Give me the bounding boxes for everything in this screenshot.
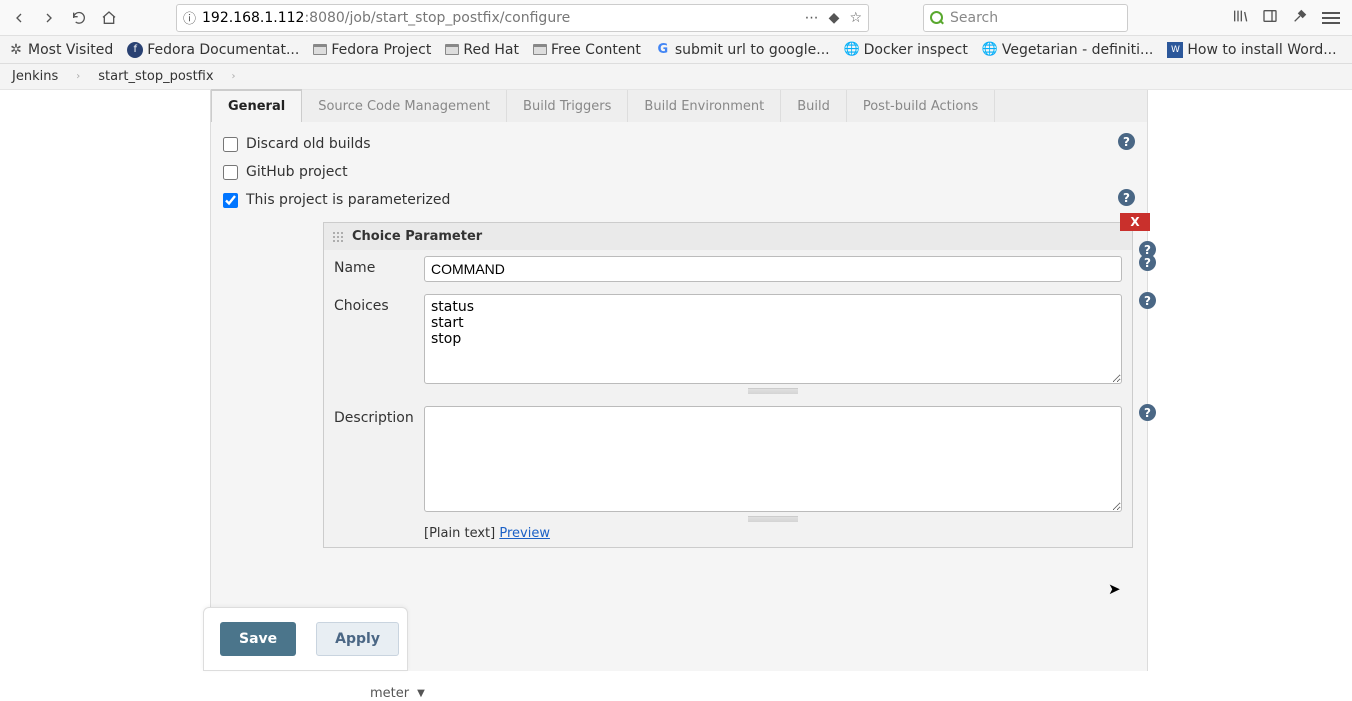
url-path: :8080/job/start_stop_postfix/configure	[304, 10, 570, 26]
row-github-project: GitHub project	[223, 158, 1135, 186]
pocket-icon[interactable]: ◆	[829, 10, 840, 26]
parameter-header[interactable]: Choice Parameter	[324, 223, 1132, 250]
fedora-icon: f	[127, 42, 143, 58]
bookmark-vegetarian[interactable]: 🌐Vegetarian - definiti...	[982, 42, 1154, 58]
row-discard-old-builds: Discard old builds ?	[223, 130, 1135, 158]
label-discard-old-builds: Discard old builds	[246, 136, 371, 152]
resize-grip[interactable]	[748, 388, 798, 394]
plain-text-label: [Plain text]	[424, 526, 495, 541]
apply-button[interactable]: Apply	[316, 622, 399, 656]
help-icon[interactable]: ?	[1118, 189, 1135, 206]
browser-toolbar: ⓘ 192.168.1.112 :8080/job/start_stop_pos…	[0, 0, 1352, 36]
parameter-choices-textarea[interactable]	[424, 294, 1122, 384]
choices-label: Choices	[334, 294, 414, 314]
main-content: General Source Code Management Build Tri…	[0, 90, 1352, 671]
menu-button[interactable]	[1322, 12, 1340, 24]
home-button[interactable]	[96, 5, 122, 31]
bookmarks-bar: ✲Most Visited fFedora Documentat... Fedo…	[0, 36, 1352, 64]
folder-icon	[445, 44, 459, 55]
url-bar[interactable]: ⓘ 192.168.1.112 :8080/job/start_stop_pos…	[176, 4, 869, 32]
parameter-description-textarea[interactable]	[424, 406, 1122, 512]
delete-parameter-button[interactable]: X	[1120, 213, 1150, 231]
help-icon[interactable]: ?	[1139, 254, 1156, 271]
bookmark-install-word[interactable]: WHow to install Word...	[1167, 42, 1336, 58]
label-github-project: GitHub project	[246, 164, 348, 180]
breadcrumb: Jenkins › start_stop_postfix ›	[0, 64, 1352, 90]
tab-general[interactable]: General	[211, 89, 302, 122]
parameter-title: Choice Parameter	[352, 229, 482, 244]
bookmark-docker-inspect[interactable]: 🌐Docker inspect	[844, 42, 968, 58]
gear-icon: ✲	[8, 42, 24, 58]
breadcrumb-job[interactable]: start_stop_postfix	[98, 69, 213, 84]
doc-icon: W	[1167, 42, 1183, 58]
chevron-right-icon: ›	[232, 71, 236, 82]
label-parameterized: This project is parameterized	[246, 192, 450, 208]
help-icon[interactable]: ?	[1139, 404, 1156, 421]
globe-icon: 🌐	[982, 42, 998, 58]
forward-button	[36, 5, 62, 31]
name-label: Name	[334, 256, 414, 276]
site-info-icon[interactable]: ⓘ	[183, 8, 196, 27]
drag-handle-icon[interactable]	[332, 231, 344, 243]
search-placeholder: Search	[950, 10, 998, 26]
library-icon[interactable]	[1232, 8, 1248, 28]
bookmark-free-content[interactable]: Free Content	[533, 42, 641, 58]
search-icon	[930, 11, 944, 25]
choice-parameter-block: X ? Choice Parameter Name ? Choices	[323, 222, 1133, 548]
preview-link[interactable]: Preview	[499, 526, 550, 541]
parameter-name-input[interactable]	[424, 256, 1122, 282]
checkbox-discard-old-builds[interactable]	[223, 137, 238, 152]
checkbox-parameterized[interactable]	[223, 193, 238, 208]
globe-icon: 🌐	[844, 42, 860, 58]
bookmark-star-icon[interactable]: ☆	[849, 10, 862, 26]
bookmark-redhat[interactable]: Red Hat	[445, 42, 519, 58]
add-parameter-label: meter	[370, 686, 409, 701]
tab-build-env[interactable]: Build Environment	[628, 90, 781, 122]
config-panel: General Source Code Management Build Tri…	[210, 90, 1148, 671]
eyedropper-icon[interactable]	[1292, 8, 1308, 28]
checkbox-github-project[interactable]	[223, 165, 238, 180]
description-label: Description	[334, 406, 414, 426]
save-button[interactable]: Save	[220, 622, 296, 656]
chevron-down-icon: ▼	[417, 688, 425, 699]
row-parameterized: This project is parameterized ?	[223, 186, 1135, 214]
help-icon[interactable]: ?	[1118, 133, 1135, 150]
add-parameter-dropdown[interactable]: meter ▼	[370, 686, 425, 701]
more-actions-icon[interactable]: ⋯	[805, 10, 819, 26]
tab-scm[interactable]: Source Code Management	[302, 90, 507, 122]
url-host: 192.168.1.112	[202, 10, 304, 26]
bookmark-fedora-project[interactable]: Fedora Project	[313, 42, 431, 58]
resize-grip[interactable]	[748, 516, 798, 522]
general-section: Discard old builds ? GitHub project This…	[211, 122, 1147, 556]
mouse-cursor-icon: ➤	[1108, 580, 1121, 598]
tab-postbuild[interactable]: Post-build Actions	[847, 90, 995, 122]
config-tabs: General Source Code Management Build Tri…	[211, 90, 1147, 122]
help-icon[interactable]: ?	[1139, 292, 1156, 309]
tab-build[interactable]: Build	[781, 90, 847, 122]
browser-search-input[interactable]: Search	[923, 4, 1128, 32]
sidebar-toggle-icon[interactable]	[1262, 8, 1278, 28]
reload-button[interactable]	[66, 5, 92, 31]
back-button[interactable]	[6, 5, 32, 31]
google-icon: G	[655, 42, 671, 58]
bookmark-submit-url[interactable]: Gsubmit url to google...	[655, 42, 830, 58]
tab-build-triggers[interactable]: Build Triggers	[507, 90, 628, 122]
breadcrumb-root[interactable]: Jenkins	[12, 69, 58, 84]
bottom-action-bar: Save Apply	[203, 607, 408, 671]
bookmark-fedora-docs[interactable]: fFedora Documentat...	[127, 42, 299, 58]
folder-icon	[313, 44, 327, 55]
bookmark-most-visited[interactable]: ✲Most Visited	[8, 42, 113, 58]
folder-icon	[533, 44, 547, 55]
chevron-right-icon: ›	[76, 71, 80, 82]
